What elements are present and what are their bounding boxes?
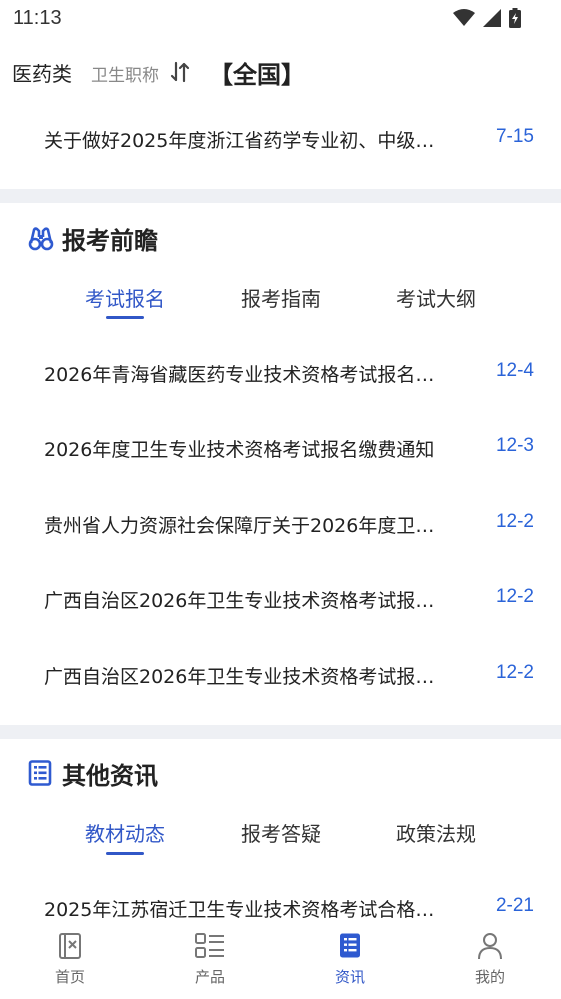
filter-bar: 医药类 卫生职称 【全国】 [0, 52, 561, 92]
bottom-nav: 首页 产品 资讯 我的 [0, 924, 561, 999]
battery-icon [509, 8, 521, 28]
nav-profile[interactable]: 我的 [420, 932, 560, 987]
other-news-title: 其他资讯 [62, 762, 158, 790]
active-tab-indicator [106, 852, 144, 855]
news-title: 2026年青海省藏医药专业技术资格考试报名通知 [44, 364, 439, 386]
news-title: 关于做好2025年度浙江省药学专业初、中级资格考试 [44, 130, 439, 152]
sort-icon[interactable] [170, 61, 190, 83]
outlook-header: 报考前瞻 [28, 220, 328, 256]
news-item[interactable]: 广西自治区2026年卫生专业技术资格考试报名通知 12-2 [0, 580, 561, 620]
news-date: 12-2 [495, 662, 534, 683]
news-item[interactable]: 2026年青海省藏医药专业技术资格考试报名通知 12-4 [0, 354, 561, 394]
tab-exam-syllabus[interactable]: 考试大纲 [361, 283, 511, 312]
news-title: 广西自治区2026年卫生专业技术资格考试报名通知 [44, 590, 439, 612]
region-selector[interactable]: 【全国】 [209, 55, 305, 90]
news-item[interactable]: 2025年江苏宿迁卫生专业技术资格考试合格证书领取 2-21 [0, 889, 561, 929]
nav-product[interactable]: 产品 [140, 932, 280, 987]
news-date: 2-21 [495, 895, 534, 916]
news-title: 2026年度卫生专业技术资格考试报名缴费通知 [44, 439, 435, 461]
category-selector[interactable]: 医药类 [12, 58, 72, 87]
news-item[interactable]: 广西自治区2026年卫生专业技术资格考试报名须知 12-2 [0, 656, 561, 696]
news-item[interactable]: 贵州省人力资源社会保障厅关于2026年度卫生专业 12-2 [0, 505, 561, 545]
news-title: 广西自治区2026年卫生专业技术资格考试报名须知 [44, 666, 439, 688]
outlook-tabs: 考试报名 报考指南 考试大纲 [0, 283, 561, 327]
nav-home[interactable]: 首页 [0, 932, 140, 987]
news-title: 贵州省人力资源社会保障厅关于2026年度卫生专业 [44, 515, 439, 537]
news-icon [340, 933, 360, 958]
news-date: 12-2 [495, 586, 534, 607]
tab-registration-guide[interactable]: 报考指南 [206, 283, 356, 312]
subcategory-selector[interactable]: 卫生职称 [91, 61, 159, 86]
section-divider [0, 189, 561, 203]
news-date: 12-2 [495, 511, 534, 532]
news-item[interactable]: 2026年度卫生专业技术资格考试报名缴费通知 12-3 [0, 429, 561, 469]
news-item[interactable]: 关于做好2025年度浙江省药学专业初、中级资格考试 7-15 [0, 120, 561, 160]
other-news-tabs: 教材动态 报考答疑 政策法规 [0, 818, 561, 862]
outlook-title: 报考前瞻 [62, 227, 158, 255]
nav-news[interactable]: 资讯 [280, 932, 420, 987]
status-icons [453, 8, 521, 28]
nav-news-label: 资讯 [334, 968, 365, 986]
tab-textbook-updates[interactable]: 教材动态 [50, 818, 200, 847]
status-bar: 11:13 [0, 0, 561, 38]
news-title: 2025年江苏宿迁卫生专业技术资格考试合格证书领取 [44, 899, 439, 921]
home-icon [59, 933, 81, 959]
tab-policies[interactable]: 政策法规 [361, 818, 511, 847]
news-date: 7-15 [495, 126, 534, 147]
news-date: 12-4 [495, 360, 534, 381]
other-news-header: 其他资讯 [28, 755, 328, 791]
product-icon [195, 933, 224, 958]
nav-profile-label: 我的 [474, 968, 505, 986]
tab-exam-registration[interactable]: 考试报名 [50, 283, 200, 312]
status-time: 11:13 [13, 7, 62, 29]
wifi-icon [453, 9, 475, 26]
tab-registration-faq[interactable]: 报考答疑 [206, 818, 356, 847]
signal-icon [483, 9, 501, 27]
active-tab-indicator [106, 316, 144, 319]
nav-product-label: 产品 [194, 968, 225, 986]
section-divider [0, 725, 561, 739]
news-date: 12-3 [495, 435, 534, 456]
binoculars-icon [28, 227, 54, 251]
document-list-icon [28, 760, 52, 786]
profile-icon [478, 933, 502, 960]
nav-home-label: 首页 [54, 968, 85, 986]
